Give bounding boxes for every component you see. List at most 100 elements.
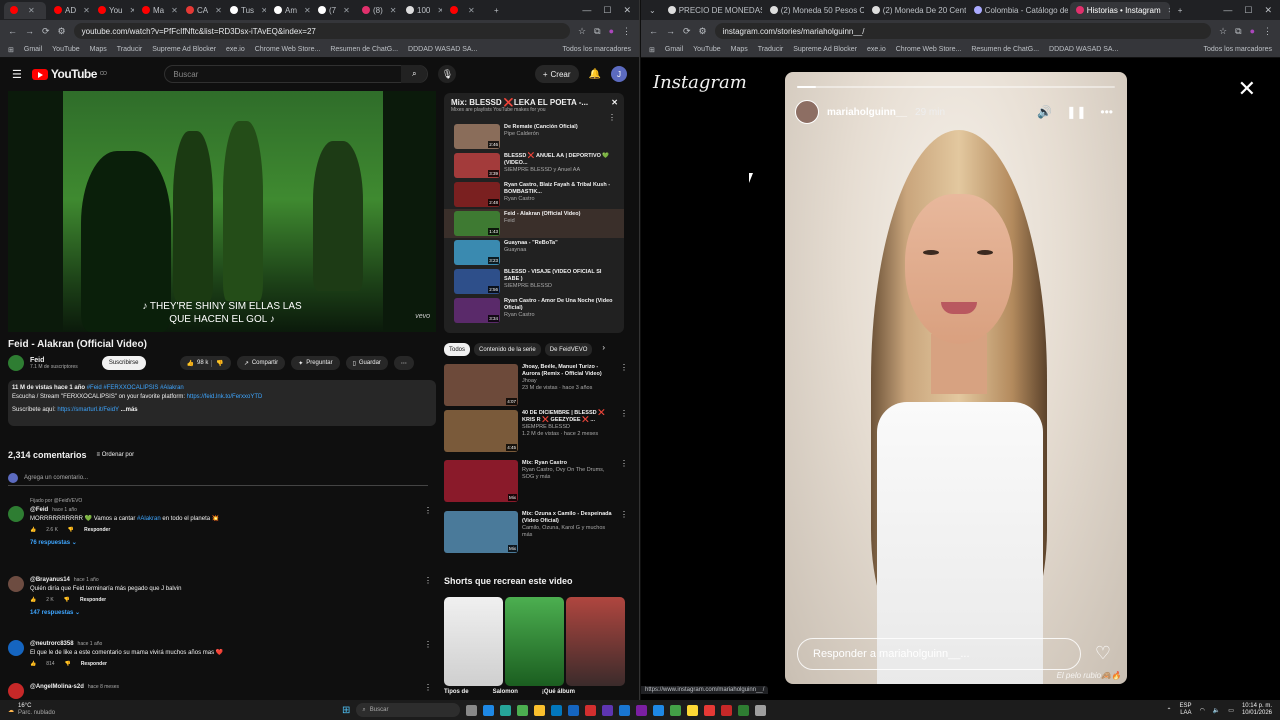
browser-tab[interactable]: AD ✕	[48, 2, 90, 19]
filter-chip[interactable]: Todos	[444, 343, 471, 356]
browser-tab[interactable]: Ma ✕	[136, 2, 178, 19]
thumbs-up-icon[interactable]: 👍	[30, 526, 36, 535]
bookmark-item[interactable]: Resumen de ChatG...	[330, 46, 398, 53]
thumbs-up-icon[interactable]: 👍	[30, 596, 36, 605]
playlist-item[interactable]: 2:48 Ryan Castro, Blaiz Fayah & Tribal Ku…	[444, 180, 624, 209]
close-story-icon[interactable]: ✕	[1238, 76, 1256, 102]
tab-close-icon[interactable]: ✕	[83, 6, 90, 15]
recommended-video[interactable]: Mix Mix: Ozuna x Camilo - Despeinada (Vid…	[444, 511, 628, 553]
browser-tab[interactable]: ✕	[444, 2, 486, 19]
apps-icon[interactable]: ⊞	[8, 46, 14, 54]
mail-icon[interactable]	[568, 704, 580, 716]
bookmark-item[interactable]: exe.io	[867, 46, 886, 53]
back-icon[interactable]: ←	[8, 26, 17, 36]
thumbs-up-icon[interactable]: 👍	[30, 660, 36, 669]
comment-menu-icon[interactable]: ⋮	[424, 683, 432, 699]
reload-icon[interactable]: ⟳	[42, 26, 50, 37]
bookmark-item[interactable]: YouTube	[693, 46, 721, 53]
thumbs-down-icon[interactable]: 👎	[68, 526, 74, 535]
browser-tab[interactable]: ✕	[4, 1, 46, 19]
new-tab-icon[interactable]: +	[1172, 6, 1189, 15]
word-icon[interactable]	[619, 704, 631, 716]
menu-icon[interactable]: ⋮	[1263, 26, 1272, 37]
tab-close-icon[interactable]: ✕	[130, 6, 135, 15]
video-menu-icon[interactable]: ⋮	[620, 511, 628, 553]
bookmark-item[interactable]: DDDAD WASAD SA...	[408, 46, 477, 53]
desc-tags[interactable]: #Feid #FERXXOCALIPSIS #Alakran	[87, 385, 184, 391]
story-username[interactable]: mariaholguinn__	[827, 107, 907, 118]
instagram-logo[interactable]: Instagram	[653, 72, 747, 93]
minimize-icon[interactable]: —	[1223, 5, 1232, 16]
short-thumbnail[interactable]	[566, 597, 625, 686]
spotify-icon[interactable]	[670, 704, 682, 716]
commenter-avatar[interactable]	[8, 640, 24, 656]
store-icon[interactable]	[551, 704, 563, 716]
site-info-icon[interactable]: ⚙	[699, 26, 707, 37]
show-more-link[interactable]: ...más	[121, 407, 138, 413]
thumbs-down-icon[interactable]: 👎	[64, 596, 70, 605]
settings-icon[interactable]	[755, 704, 767, 716]
reply-button[interactable]: Responder	[81, 660, 107, 669]
teams-icon[interactable]	[636, 704, 648, 716]
replies-toggle[interactable]: 147 respuestas ⌄	[30, 609, 436, 618]
replies-toggle[interactable]: 76 respuestas ⌄	[30, 539, 436, 548]
bookmark-item[interactable]: Traducir	[117, 46, 142, 53]
pause-icon[interactable]: ❚❚	[1066, 105, 1086, 119]
thumbs-down-icon[interactable]: 👎	[65, 660, 71, 669]
bookmark-item[interactable]: Resumen de ChatG...	[971, 46, 1039, 53]
browser-tab[interactable]: CA ✕	[180, 2, 222, 19]
playlist-item[interactable]: 3:23 Guaynaa - "ReBoTa" Guaynaa	[444, 238, 624, 267]
share-button[interactable]: ↗ Compartir	[236, 356, 286, 370]
create-button[interactable]: + Crear	[534, 65, 579, 83]
star-icon[interactable]: ☆	[578, 26, 586, 37]
bookmark-item[interactable]: Gmail	[665, 46, 683, 53]
save-button[interactable]: ▯ Guardar	[345, 356, 388, 370]
story-user-avatar[interactable]	[795, 100, 819, 124]
desc-link[interactable]: https://feid.lnk.to/FerxxoYTD	[187, 394, 263, 400]
battery-icon[interactable]: ▭	[1228, 707, 1234, 714]
comment-author[interactable]: @neutrorc8358	[30, 641, 74, 647]
search-icon[interactable]: ⌕	[401, 65, 428, 83]
all-bookmarks[interactable]: Todos los marcadores	[1204, 46, 1272, 53]
browser-tab[interactable]: 100 ✕	[400, 2, 442, 19]
tab-close-icon[interactable]: ✕	[261, 6, 266, 15]
tray-chevron-icon[interactable]: ⌃	[1167, 707, 1172, 714]
comment-menu-icon[interactable]: ⋮	[424, 640, 432, 669]
input-language[interactable]: ESP LAA	[1180, 703, 1192, 717]
account-avatar[interactable]: J	[611, 66, 627, 82]
maximize-icon[interactable]: ☐	[1244, 5, 1252, 16]
edge-icon[interactable]	[483, 704, 495, 716]
bookmark-item[interactable]: Chrome Web Store...	[255, 46, 321, 53]
weather-widget[interactable]: ☁ 16°C Parc. nublado	[0, 703, 90, 717]
comment-author[interactable]: @Brayanus14	[30, 577, 70, 583]
filter-chip[interactable]: Contenido de la serie	[474, 343, 541, 356]
maximize-icon[interactable]: ☐	[603, 5, 611, 16]
tab-close-icon[interactable]: ✕	[304, 6, 310, 15]
commenter-avatar[interactable]	[8, 683, 24, 699]
app-icon[interactable]	[721, 704, 733, 716]
browser-tab[interactable]: (2) Moneda 50 Pesos Co✕	[764, 2, 864, 19]
video-menu-icon[interactable]: ⋮	[620, 410, 628, 452]
microphone-icon[interactable]: 🎙	[438, 65, 457, 83]
browser-tab[interactable]: (8) ✕	[356, 2, 398, 19]
filter-chip[interactable]: De FeidVEVO	[544, 343, 593, 356]
back-icon[interactable]: ←	[649, 26, 658, 36]
tab-search-icon[interactable]: ⌄	[645, 6, 660, 15]
playlist-item[interactable]: 2:46 De Remate (Canción Oficial) Pipe Cald…	[444, 122, 624, 151]
video-menu-icon[interactable]: ⋮	[620, 364, 628, 406]
browser-tab[interactable]: PRECIO DE MONEDAS -✕	[662, 2, 762, 19]
bookmark-item[interactable]: Supreme Ad Blocker	[793, 46, 857, 53]
add-comment-input[interactable]: Agrega un comentario...	[8, 473, 428, 486]
profile-icon[interactable]: ●	[609, 26, 614, 36]
more-options-icon[interactable]: •••	[1100, 105, 1113, 119]
taskbar-search[interactable]: ⌕ Buscar	[356, 703, 461, 717]
close-icon[interactable]: ✕	[611, 98, 618, 107]
channel-name[interactable]: Feid	[30, 357, 78, 364]
tab-close-icon[interactable]: ✕	[171, 6, 178, 15]
menu-icon[interactable]: ⋮	[622, 26, 631, 37]
video-description[interactable]: 11 M de vistas hace 1 año #Feid #FERXXOC…	[8, 380, 436, 426]
commenter-avatar[interactable]	[8, 506, 24, 522]
comment-author[interactable]: @Feid	[30, 507, 48, 513]
playlist-item[interactable]: 2:56 BLESSD - VISAJE (VIDEO OFICIAL SI SA…	[444, 267, 624, 296]
forward-icon[interactable]: →	[666, 26, 675, 36]
